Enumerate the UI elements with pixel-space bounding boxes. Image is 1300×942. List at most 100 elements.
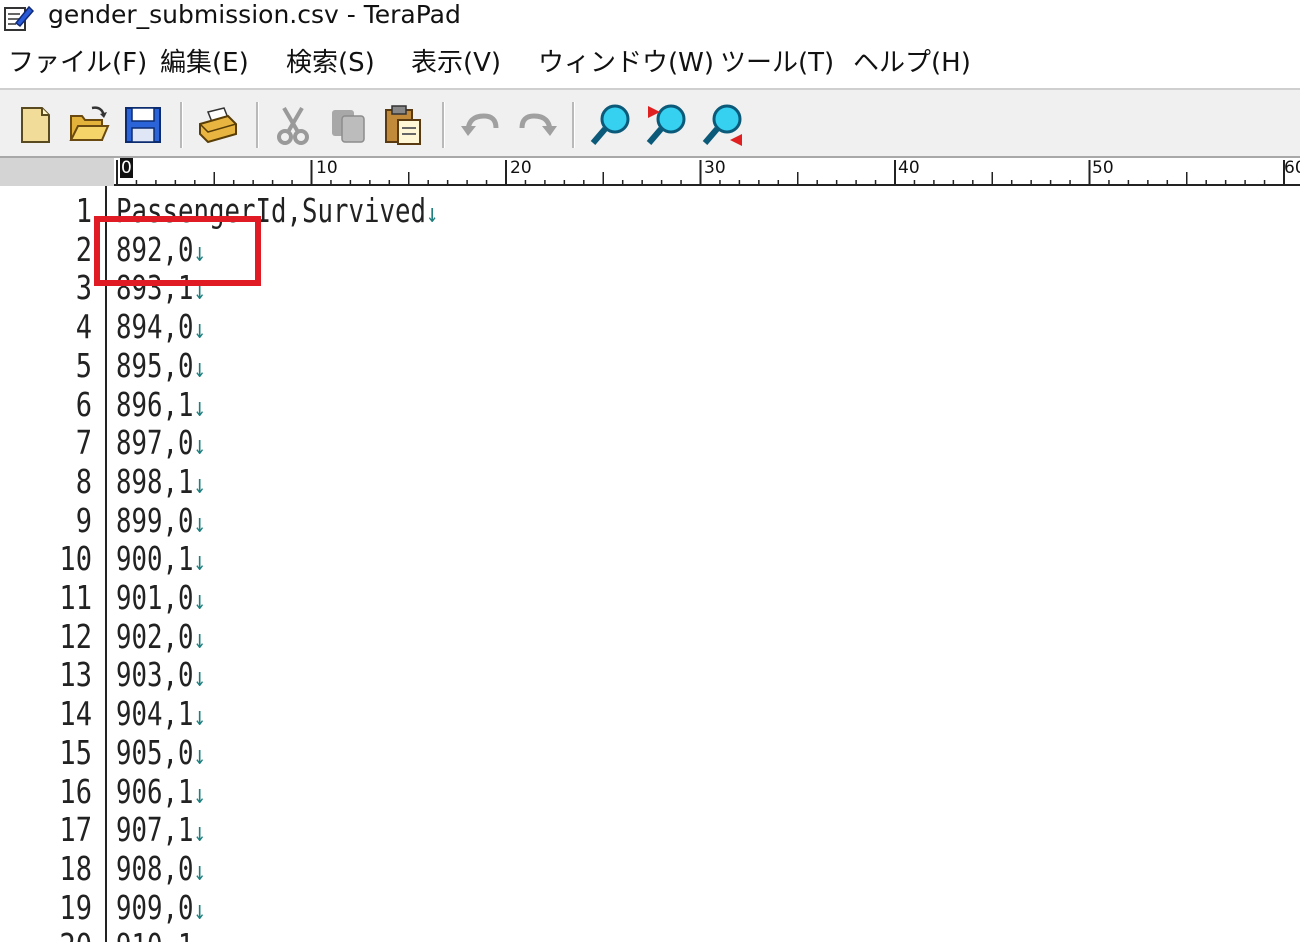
line-number: 7 xyxy=(75,423,92,463)
window-title: gender_submission.csv - TeraPad xyxy=(48,0,461,29)
eol-mark-icon: ↓ xyxy=(193,315,206,346)
line-number: 9 xyxy=(75,500,92,540)
editor-line[interactable]: 5 895,0↓ xyxy=(0,345,1300,389)
ruler-label-60: 60 xyxy=(1284,158,1300,178)
line-text[interactable]: 894,0↓ xyxy=(116,307,206,350)
line-content: 899,0 xyxy=(116,500,194,540)
editor-line[interactable]: 10 900,1↓ xyxy=(0,539,1300,582)
line-number: 4 xyxy=(75,307,92,347)
editor-line[interactable]: 6 896,1↓ xyxy=(0,384,1300,428)
line-text[interactable]: 908,0↓ xyxy=(116,849,206,892)
menu-window[interactable]: ウィンドウ(W) xyxy=(538,40,714,86)
find-magnifier-icon[interactable] xyxy=(588,102,634,148)
editor-line[interactable]: 14 904,1↓ xyxy=(0,694,1300,737)
editor-line[interactable]: 8 898,1↓ xyxy=(0,462,1300,505)
find-next-icon[interactable] xyxy=(644,102,690,148)
eol-mark-icon: ↓ xyxy=(193,508,206,539)
editor-line[interactable]: 18 908,0↓ xyxy=(0,848,1300,892)
line-text[interactable]: 896,1↓ xyxy=(116,384,206,428)
line-text[interactable]: 905,0↓ xyxy=(116,733,206,776)
editor-line[interactable]: 3 893,1↓ xyxy=(0,269,1300,308)
line-number: 11 xyxy=(59,578,92,617)
editor-line[interactable]: 11 901,0↓ xyxy=(0,578,1300,621)
eol-mark-icon: ↓ xyxy=(193,237,206,268)
line-content: 906,1 xyxy=(116,771,194,811)
editor-line[interactable]: 16 906,1↓ xyxy=(0,771,1300,815)
editor-line[interactable]: 4 894,0↓ xyxy=(0,307,1300,350)
ruler-label-0: 0 xyxy=(120,158,133,178)
toolbar-separator xyxy=(572,102,575,148)
find-previous-icon[interactable] xyxy=(700,102,746,148)
notepad-pencil-icon[interactable] xyxy=(2,3,35,33)
line-text[interactable]: 907,1↓ xyxy=(116,810,206,853)
cut-scissors-icon[interactable] xyxy=(270,102,316,148)
save-floppy-icon[interactable] xyxy=(120,102,166,148)
line-number: 15 xyxy=(59,732,92,772)
line-text[interactable]: 900,1↓ xyxy=(116,539,206,582)
line-text[interactable]: 893,1↓ xyxy=(116,269,206,311)
eol-mark-icon: ↓ xyxy=(193,431,206,462)
editor-line[interactable]: 13 903,0↓ xyxy=(0,656,1300,695)
line-text[interactable]: 910,1↓ xyxy=(116,926,206,942)
line-text[interactable]: PassengerId,Survived↓ xyxy=(116,191,439,234)
line-content: 903,0 xyxy=(116,655,194,695)
editor-line[interactable]: 7 897,0↓ xyxy=(0,423,1300,466)
line-text[interactable]: 909,0↓ xyxy=(116,888,206,931)
line-number: 16 xyxy=(59,771,92,811)
line-number: 6 xyxy=(75,384,92,424)
open-folder-icon[interactable] xyxy=(66,102,112,148)
line-text[interactable]: 906,1↓ xyxy=(116,771,206,815)
text-editor[interactable]: 1 PassengerId,Survived↓ 2 892,0↓ 3 893,1↓ 4 894… xyxy=(0,186,1300,942)
editor-line[interactable]: 1 PassengerId,Survived↓ xyxy=(0,191,1300,234)
line-content: 893,1 xyxy=(116,268,194,308)
eol-mark-icon: ↓ xyxy=(193,702,206,733)
undo-icon[interactable] xyxy=(458,102,504,148)
line-content: 902,0 xyxy=(116,616,194,656)
line-text[interactable]: 899,0↓ xyxy=(116,500,206,544)
new-file-icon[interactable] xyxy=(12,102,58,148)
line-number: 14 xyxy=(59,694,92,734)
menu-edit[interactable]: 編集(E) xyxy=(160,40,249,86)
line-number: 19 xyxy=(59,887,92,927)
line-text[interactable]: 902,0↓ xyxy=(116,616,206,660)
print-icon[interactable] xyxy=(194,102,240,148)
line-text[interactable]: 897,0↓ xyxy=(116,423,206,466)
line-content: 901,0 xyxy=(116,578,194,617)
editor-line[interactable]: 20 910,1↓ xyxy=(0,926,1300,942)
editor-line[interactable]: 9 899,0↓ xyxy=(0,500,1300,544)
editor-line[interactable]: 12 902,0↓ xyxy=(0,616,1300,660)
line-text[interactable]: 904,1↓ xyxy=(116,694,206,737)
line-content: 896,1 xyxy=(116,384,194,424)
eol-mark-icon: ↓ xyxy=(193,624,206,655)
redo-icon[interactable] xyxy=(514,102,560,148)
copy-icon[interactable] xyxy=(326,102,372,148)
line-text[interactable]: 895,0↓ xyxy=(116,345,206,389)
paste-clipboard-icon[interactable] xyxy=(380,102,426,148)
menu-file[interactable]: ファイル(F) xyxy=(8,40,147,86)
line-content: 895,0 xyxy=(116,345,194,385)
menu-tools[interactable]: ツール(T) xyxy=(720,40,834,86)
line-text[interactable]: 892,0↓ xyxy=(116,229,206,273)
menu-help[interactable]: ヘルプ(H) xyxy=(853,40,971,86)
line-number: 18 xyxy=(59,848,92,888)
line-content: 892,0 xyxy=(116,229,194,269)
editor-line[interactable]: 19 909,0↓ xyxy=(0,887,1300,931)
editor-line[interactable]: 2 892,0↓ xyxy=(0,229,1300,273)
line-number: 12 xyxy=(59,616,92,656)
menu-bar: ファイル(F) 編集(E) 検索(S) 表示(V) ウィンドウ(W) ツール(T… xyxy=(0,40,1300,86)
eol-mark-icon: ↓ xyxy=(193,856,206,887)
line-text[interactable]: 898,1↓ xyxy=(116,462,206,505)
eol-mark-icon: ↓ xyxy=(193,353,206,384)
editor-line[interactable]: 17 907,1↓ xyxy=(0,810,1300,853)
line-text[interactable]: 901,0↓ xyxy=(116,578,206,621)
line-text[interactable]: 903,0↓ xyxy=(116,656,206,698)
editor-line[interactable]: 15 905,0↓ xyxy=(0,732,1300,776)
line-content: PassengerId,Survived xyxy=(116,191,426,230)
ruler-label-50: 50 xyxy=(1092,158,1114,178)
line-number: 10 xyxy=(59,539,92,579)
toolbar-separator xyxy=(442,102,445,148)
eol-mark-icon: ↓ xyxy=(425,199,439,229)
eol-mark-icon: ↓ xyxy=(193,895,206,926)
menu-view[interactable]: 表示(V) xyxy=(411,40,501,86)
menu-search[interactable]: 検索(S) xyxy=(286,40,375,86)
